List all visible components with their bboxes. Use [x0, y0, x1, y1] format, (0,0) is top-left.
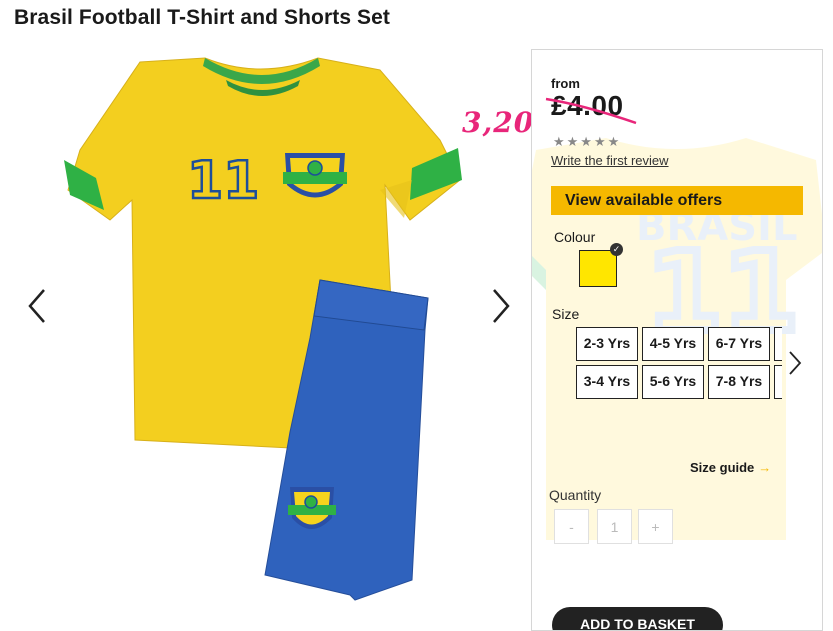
product-price: £4.00 — [551, 90, 624, 121]
quantity-input[interactable]: 1 — [597, 509, 632, 544]
chevron-left-icon — [28, 289, 45, 323]
sizes-next-button[interactable] — [784, 346, 804, 380]
size-guide-link[interactable]: Size guide → — [690, 460, 771, 475]
quantity-decrease-button[interactable]: - — [554, 509, 589, 544]
size-option-partial[interactable] — [774, 365, 782, 399]
quantity-label: Quantity — [549, 487, 602, 503]
quantity-increase-button[interactable]: + — [638, 509, 673, 544]
size-label: Size — [552, 306, 580, 322]
size-option-2-3[interactable]: 2-3 Yrs — [576, 327, 638, 361]
size-option-3-4[interactable]: 3-4 Yrs — [576, 365, 638, 399]
handwritten-price-note: 3,20 — [462, 106, 535, 139]
size-option-5-6[interactable]: 5-6 Yrs — [642, 365, 704, 399]
next-image-button[interactable] — [486, 284, 516, 328]
write-review-link[interactable]: Write the first review — [551, 153, 669, 168]
product-details-panel: BRASIL 11 from £4.00 ★★★★★ Write the fir… — [531, 49, 823, 631]
selected-check-icon: ✓ — [610, 243, 623, 256]
price-prefix: from — [551, 76, 580, 91]
size-option-partial[interactable] — [774, 327, 782, 361]
size-option-4-5[interactable]: 4-5 Yrs — [642, 327, 704, 361]
size-guide-label: Size guide — [690, 460, 755, 475]
size-option-7-8[interactable]: 7-8 Yrs — [708, 365, 770, 399]
view-offers-button[interactable]: View available offers — [551, 186, 803, 215]
chevron-right-icon — [493, 289, 510, 323]
colour-label: Colour — [554, 229, 596, 245]
chevron-right-icon — [789, 351, 802, 375]
colour-swatch-yellow[interactable] — [579, 250, 617, 287]
product-title: Brasil Football T-Shirt and Shorts Set — [14, 6, 391, 29]
arrow-right-icon: → — [758, 460, 772, 475]
rating-stars: ★★★★★ — [553, 134, 622, 149]
size-options: 2-3 Yrs 4-5 Yrs 6-7 Yrs 3-4 Yrs 5-6 Yrs … — [576, 327, 782, 401]
previous-image-button[interactable] — [22, 284, 52, 328]
product-image: 11 — [64, 57, 462, 601]
shirt-number: 11 — [187, 151, 259, 211]
add-to-basket-button[interactable]: ADD TO BASKET — [552, 607, 723, 630]
product-image-gallery: 11 — [0, 40, 530, 619]
size-option-6-7[interactable]: 6-7 Yrs — [708, 327, 770, 361]
